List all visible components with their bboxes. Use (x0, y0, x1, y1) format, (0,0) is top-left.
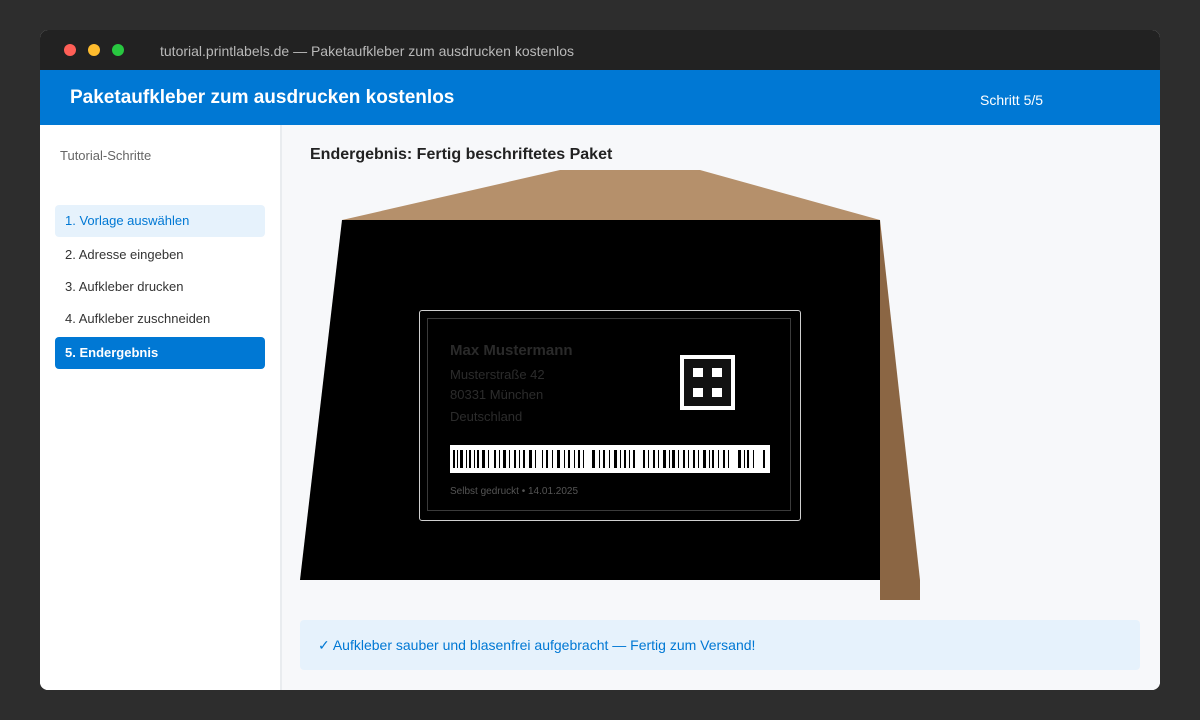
package-top-flap (342, 170, 880, 220)
minimize-window-button[interactable] (88, 44, 100, 56)
sidebar: Tutorial-Schritte 1. Vorlage auswählen 2… (40, 125, 282, 690)
barcode-graphic (453, 450, 765, 468)
sidebar-item-adresse[interactable]: 2. Adresse eingeben (55, 239, 265, 271)
qr-code-icon (680, 355, 735, 410)
step-indicator: Schritt 5/5 (980, 92, 1044, 108)
sidebar-item-drucken[interactable]: 3. Aufkleber drucken (55, 271, 265, 303)
page-title: Paketaufkleber zum ausdrucken kostenlos (70, 87, 455, 108)
success-message: ✓ Aufkleber sauber und blasenfrei aufgeb… (300, 620, 1140, 670)
app-header: Paketaufkleber zum ausdrucken kostenlos … (40, 70, 1160, 125)
maximize-window-button[interactable] (112, 44, 124, 56)
recipient-country: Deutschland (450, 409, 523, 424)
sidebar-heading: Tutorial-Schritte (60, 148, 152, 163)
barcode-icon (450, 445, 770, 473)
sidebar-item-label: 3. Aufkleber drucken (65, 279, 184, 294)
sidebar-item-zuschneiden[interactable]: 4. Aufkleber zuschneiden (55, 303, 265, 335)
sidebar-item-label: 4. Aufkleber zuschneiden (65, 311, 211, 326)
recipient-name: Max Mustermann (450, 342, 573, 359)
sidebar-item-label: 2. Adresse eingeben (65, 247, 184, 262)
browser-window: tutorial.printlabels.de — Paketaufkleber… (40, 30, 1160, 690)
success-message-text: ✓ Aufkleber sauber und blasenfrei aufgeb… (318, 637, 756, 653)
sidebar-item-vorlage[interactable]: 1. Vorlage auswählen (55, 205, 265, 237)
sidebar-item-label: 1. Vorlage auswählen (65, 213, 190, 228)
shipping-label: Max Mustermann Musterstraße 42 80331 Mün… (419, 310, 801, 521)
sidebar-item-label: 5. Endergebnis (65, 345, 159, 360)
title-bar: tutorial.printlabels.de — Paketaufkleber… (40, 30, 1160, 70)
close-window-button[interactable] (64, 44, 76, 56)
recipient-street: Musterstraße 42 (450, 367, 545, 382)
label-footer: Selbst gedruckt • 14.01.2025 (450, 486, 579, 497)
window-title: tutorial.printlabels.de — Paketaufkleber… (160, 43, 574, 59)
recipient-city: 80331 München (450, 387, 544, 402)
main-content: Endergebnis: Fertig beschriftetes Paket … (282, 125, 1160, 690)
shipping-label-frame: Max Mustermann Musterstraße 42 80331 Mün… (427, 318, 791, 511)
sidebar-item-endergebnis[interactable]: 5. Endergebnis (55, 337, 265, 369)
package-side (880, 220, 920, 600)
